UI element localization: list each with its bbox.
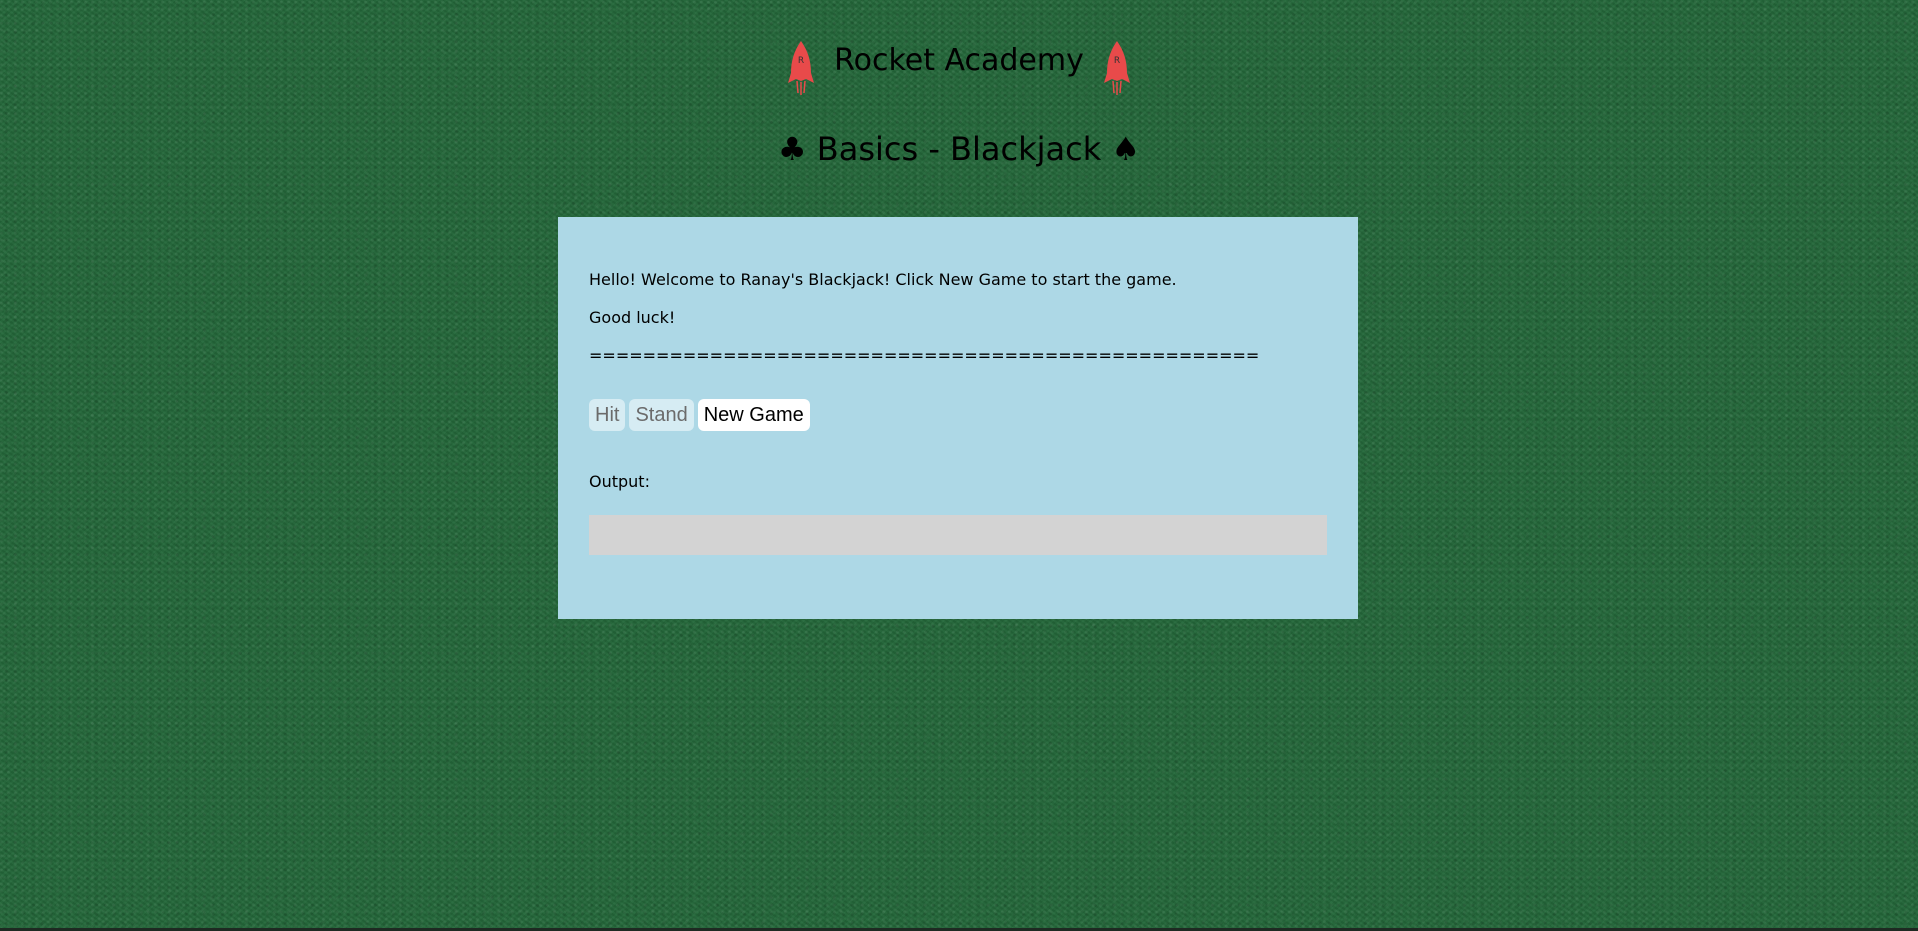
page-subtitle: ♣ Basics - Blackjack ♠ — [777, 130, 1141, 168]
button-row: Hit Stand New Game — [589, 399, 1327, 431]
output-box — [589, 515, 1327, 555]
welcome-message: Hello! Welcome to Ranay's Blackjack! Cli… — [589, 270, 1177, 289]
game-panel: Hello! Welcome to Ranay's Blackjack! Cli… — [558, 217, 1358, 619]
page-title: Rocket Academy — [834, 43, 1084, 78]
page-header: R Rocket Academy R — [0, 33, 1918, 95]
output-label: Output: — [589, 472, 650, 491]
svg-text:R: R — [798, 56, 804, 66]
good-luck-message: Good luck! — [589, 308, 676, 327]
hit-button[interactable]: Hit — [589, 399, 626, 431]
new-game-button[interactable]: New Game — [697, 399, 810, 431]
svg-text:R: R — [1114, 56, 1120, 66]
stand-button[interactable]: Stand — [629, 399, 694, 431]
rocket-icon: R — [788, 41, 815, 95]
divider-line: ========================================… — [589, 346, 1260, 365]
rocket-icon: R — [1103, 41, 1130, 95]
